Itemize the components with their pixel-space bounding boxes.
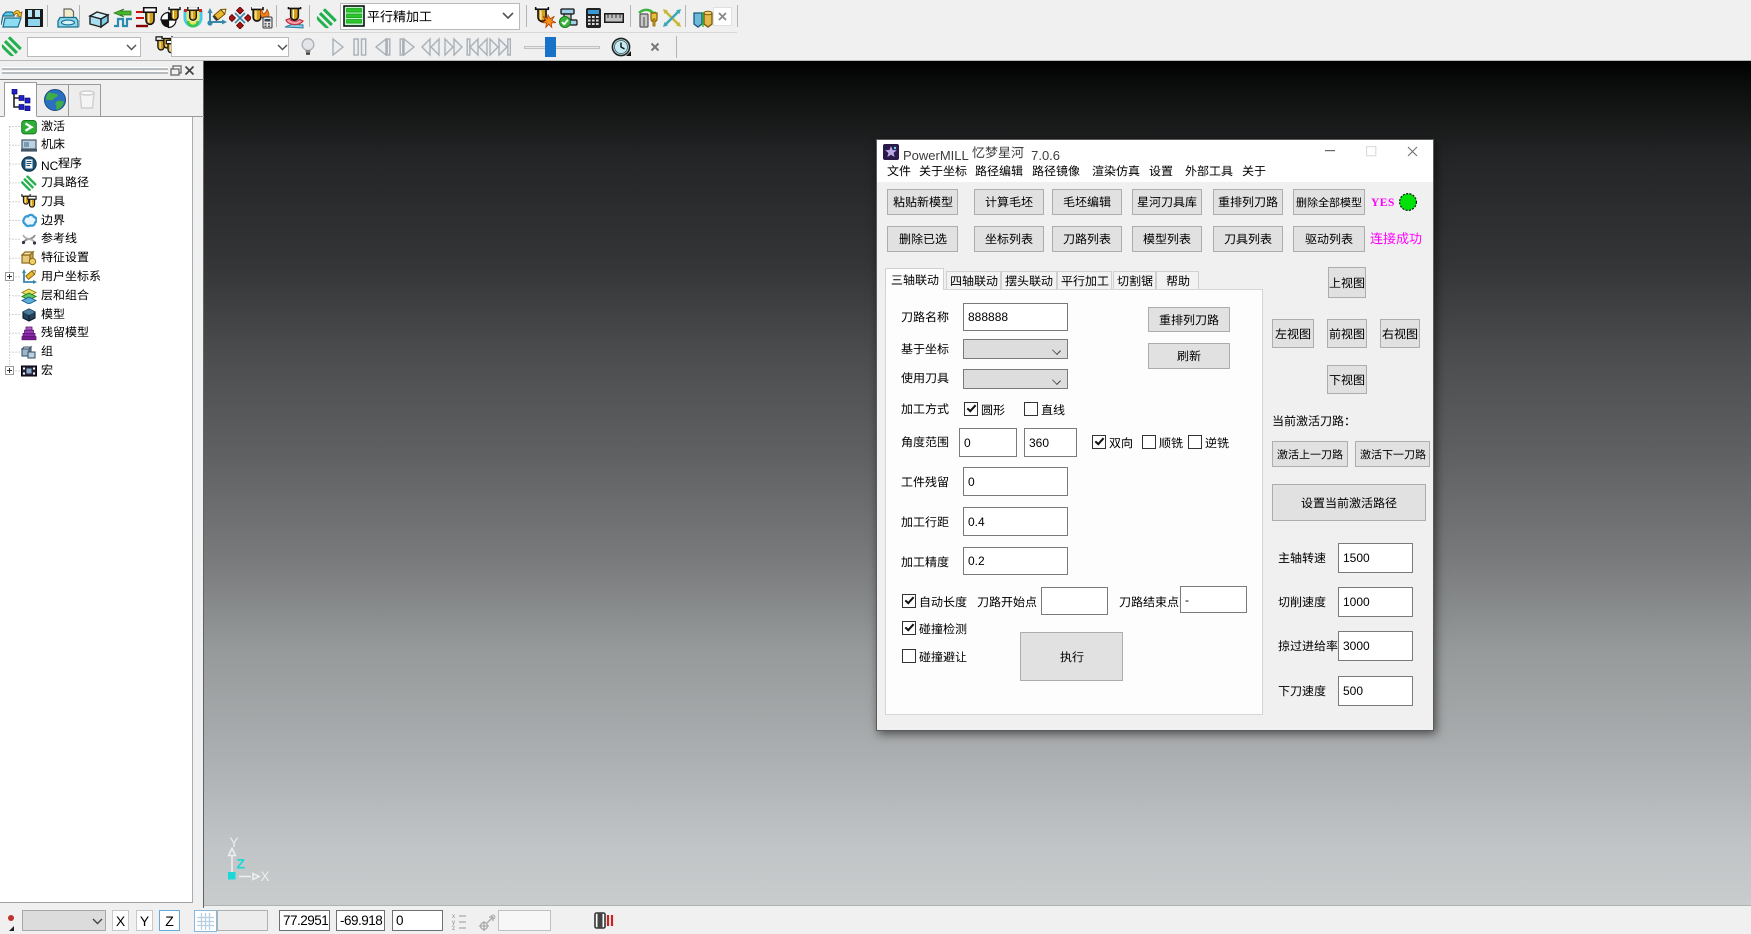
svg-text:Z: Z — [237, 856, 246, 872]
svg-text:Y: Y — [230, 835, 239, 850]
svg-text:X: X — [261, 869, 270, 884]
svg-text:z: z — [452, 926, 455, 930]
